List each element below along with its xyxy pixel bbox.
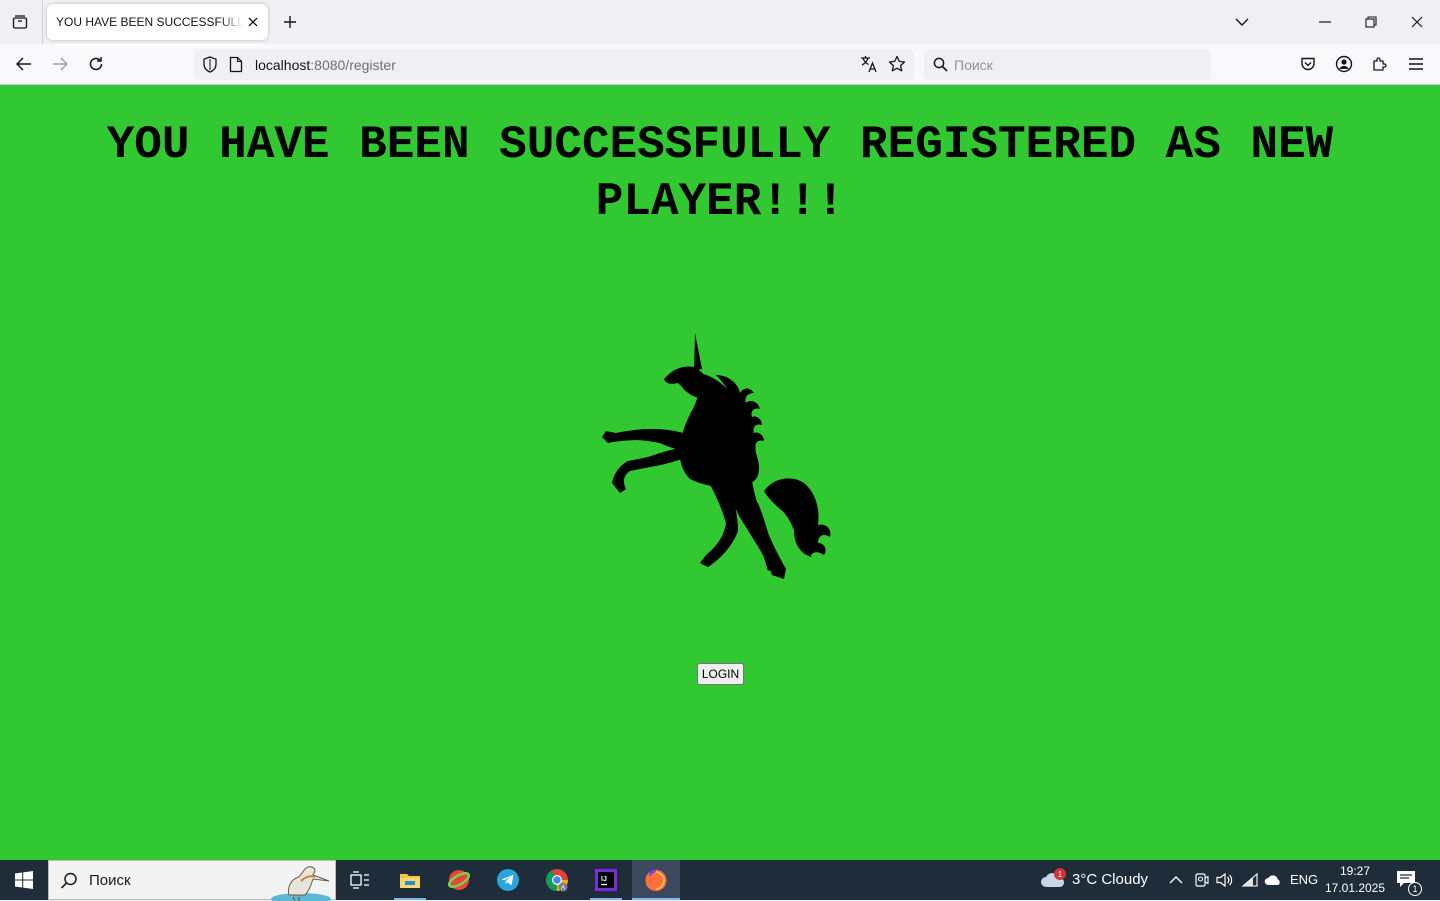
meet-now-icon[interactable] (1192, 871, 1210, 889)
list-all-tabs-icon[interactable] (6, 8, 34, 36)
search-icon (59, 871, 79, 896)
pelican-illustration-icon (271, 866, 331, 901)
menu-hamburger-icon[interactable] (1402, 50, 1430, 78)
taskbar-search-box[interactable]: Поиск (48, 860, 336, 901)
pocket-icon[interactable] (1294, 50, 1322, 78)
intellij-idea-icon[interactable]: IJ (582, 860, 630, 900)
minimize-icon[interactable] (1309, 6, 1341, 38)
onedrive-cloud-icon[interactable] (1264, 871, 1282, 889)
task-view-icon[interactable] (336, 860, 384, 900)
notification-count-badge: 1 (1408, 882, 1422, 896)
new-tab-icon[interactable] (278, 10, 302, 34)
search-input[interactable] (954, 54, 1194, 75)
page-content: YOU HAVE BEEN SUCCESSFULLY REGISTERED AS… (0, 85, 1440, 860)
bookmark-star-icon[interactable] (888, 55, 906, 78)
extensions-puzzle-icon[interactable] (1366, 50, 1394, 78)
svg-text:A: A (561, 886, 565, 892)
address-bar[interactable]: localhost:8080/register (194, 49, 914, 80)
notifications-icon[interactable]: 1 (1396, 870, 1422, 896)
tab-title: YOU HAVE BEEN SUCCESSFULLY REGISTERED AS… (56, 15, 243, 29)
tab-strip-divider (42, 0, 43, 44)
back-arrow-icon[interactable] (10, 50, 38, 78)
page-heading: YOU HAVE BEEN SUCCESSFULLY REGISTERED AS… (106, 119, 1334, 228)
chevron-down-icon[interactable] (1230, 10, 1254, 34)
search-icon (933, 57, 948, 77)
close-tab-icon[interactable] (244, 13, 262, 31)
input-language[interactable]: ENG (1290, 872, 1318, 887)
network-wifi-icon[interactable] (1241, 871, 1259, 889)
svg-text:IJ: IJ (601, 876, 607, 883)
telegram-icon[interactable] (484, 860, 532, 900)
translate-icon[interactable] (860, 55, 878, 78)
reload-icon[interactable] (82, 50, 110, 78)
clock-time: 19:27 (1339, 864, 1371, 878)
unicorn-silhouette-image (602, 333, 831, 579)
restore-icon[interactable] (1355, 6, 1387, 38)
tab-strip: YOU HAVE BEEN SUCCESSFULLY REGISTERED AS… (0, 0, 1440, 44)
close-window-icon[interactable] (1401, 6, 1433, 38)
weather-alert-badge: 1 (1054, 868, 1066, 880)
system-clock[interactable]: 19:27 17.01.2025 (1320, 863, 1390, 897)
file-explorer-icon[interactable] (386, 860, 434, 900)
page-info-icon[interactable] (229, 56, 243, 78)
chevron-up-icon[interactable] (1167, 871, 1185, 889)
firefox-icon[interactable] (632, 860, 680, 900)
taskbar-search-text: Поиск (89, 872, 131, 889)
windows-taskbar: Поиск A IJ 1 3°C Cloudy ENG 19:27 17.01.… (0, 860, 1440, 901)
forward-arrow-icon[interactable] (46, 50, 74, 78)
url-host: localhost (255, 57, 311, 73)
account-icon[interactable] (1330, 50, 1358, 78)
weather-text[interactable]: 3°C Cloudy (1072, 871, 1148, 888)
windows-start-icon[interactable] (0, 860, 48, 900)
navigation-toolbar: localhost:8080/register (0, 44, 1440, 85)
opera-browser-icon[interactable] (435, 860, 483, 900)
login-button[interactable]: LOGIN (697, 663, 744, 685)
chrome-icon[interactable]: A (533, 860, 581, 900)
url-text[interactable]: localhost:8080/register (255, 57, 396, 73)
url-path: :8080/register (310, 57, 396, 73)
volume-icon[interactable] (1216, 871, 1234, 889)
active-tab[interactable]: YOU HAVE BEEN SUCCESSFULLY REGISTERED AS… (47, 4, 268, 40)
tracking-protection-shield-icon[interactable] (202, 56, 218, 78)
clock-date: 17.01.2025 (1324, 881, 1386, 895)
search-bar[interactable] (924, 49, 1211, 80)
